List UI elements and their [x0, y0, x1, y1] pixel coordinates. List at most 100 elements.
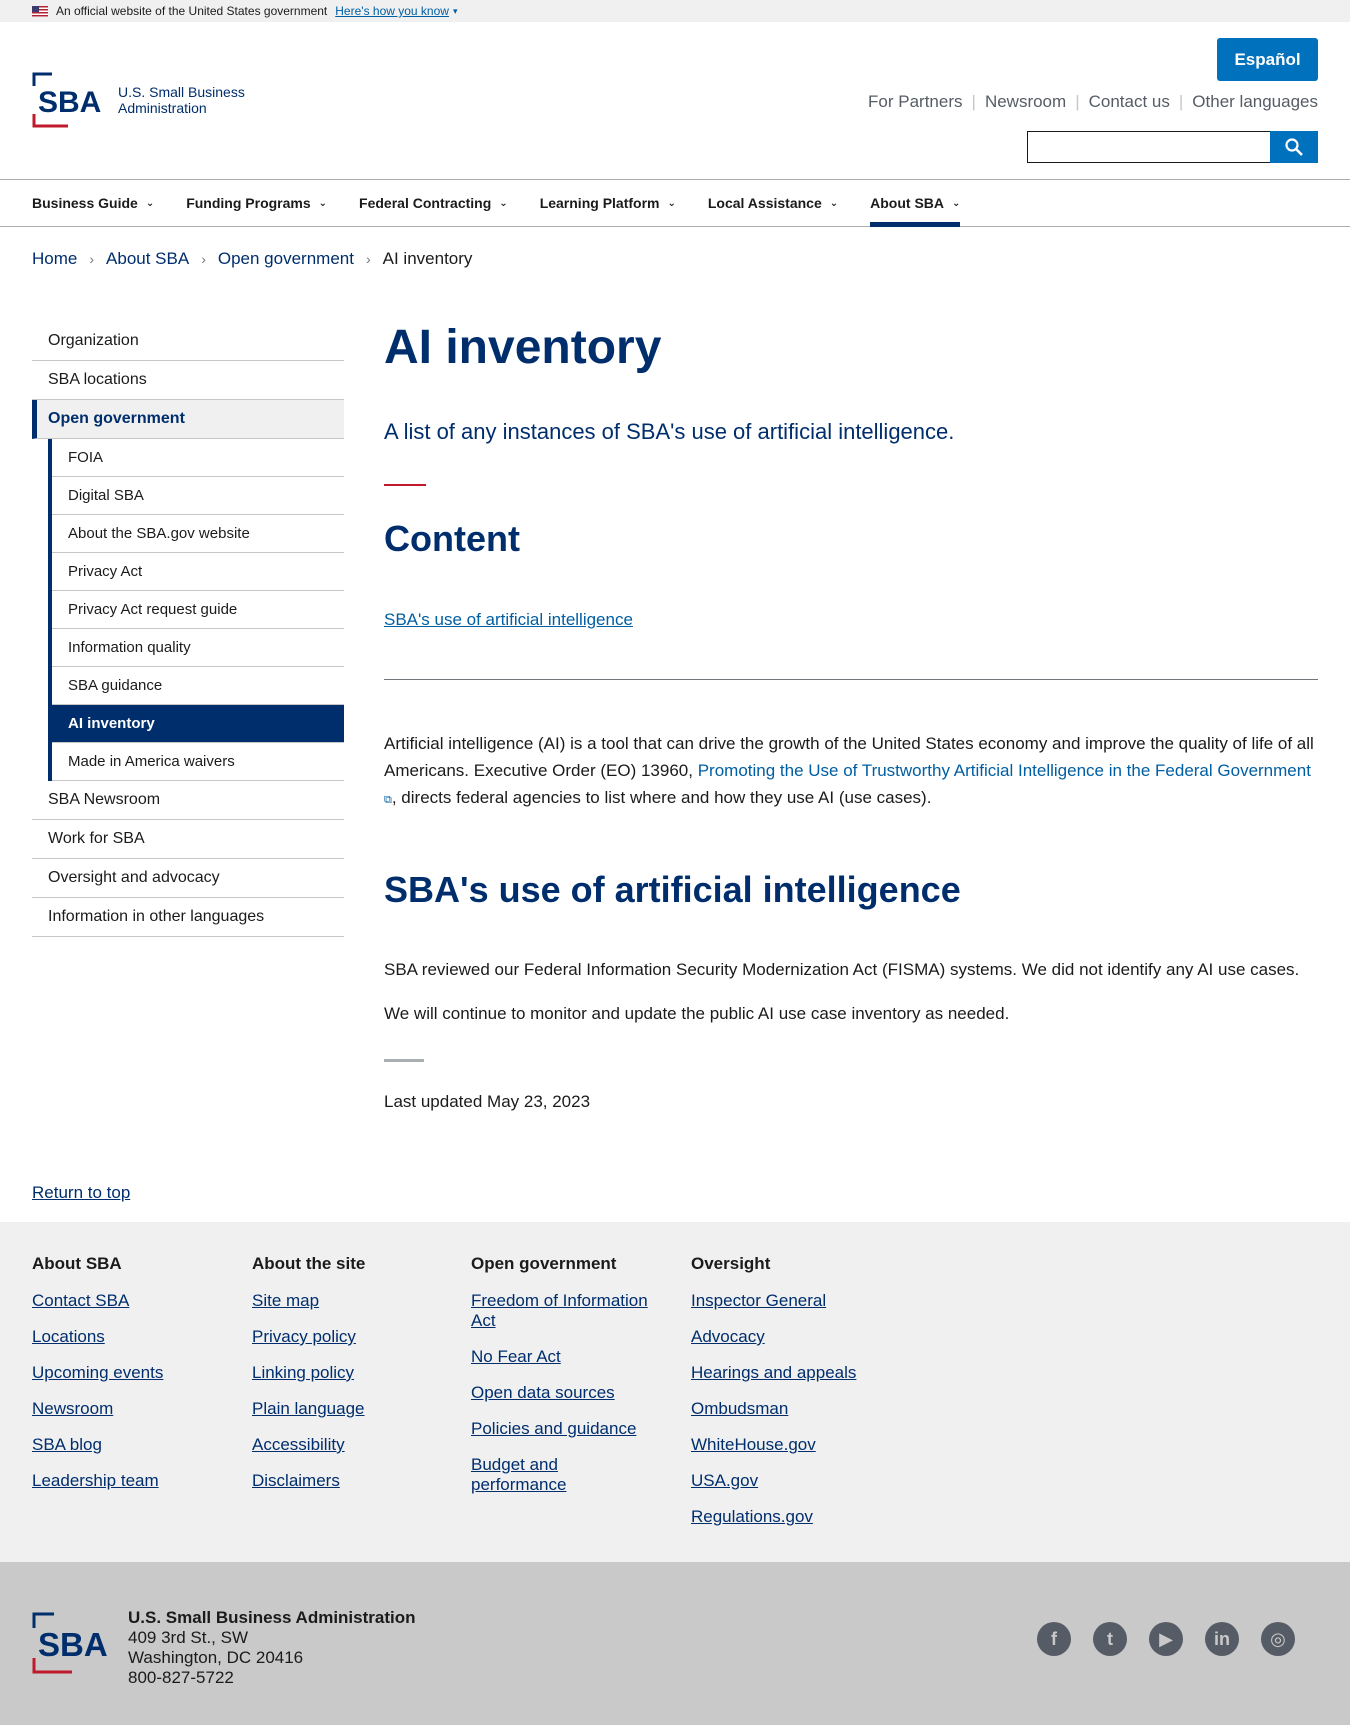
footer-link[interactable]: Privacy policy: [252, 1327, 452, 1347]
logo-text: U.S. Small Business Administration: [118, 84, 245, 116]
footer-link[interactable]: Advocacy: [691, 1327, 891, 1347]
sidenav-sub-about-site[interactable]: About the SBA.gov website: [52, 515, 344, 553]
svg-text:SBA: SBA: [38, 1626, 108, 1663]
sba-logo-icon: SBA: [32, 1612, 108, 1674]
sidenav-sub-privacy-act[interactable]: Privacy Act: [52, 553, 344, 591]
footer-link[interactable]: WhiteHouse.gov: [691, 1435, 891, 1455]
main-content: AI inventory A list of any instances of …: [384, 310, 1318, 1112]
footer-link[interactable]: Accessibility: [252, 1435, 452, 1455]
contact-us-link[interactable]: Contact us: [1089, 92, 1170, 112]
sba-logo[interactable]: SBA U.S. Small Business Administration: [32, 72, 245, 128]
sidenav-sub-made-in-america[interactable]: Made in America waivers: [52, 743, 344, 781]
footer-col-oversight: Oversight Inspector General Advocacy Hea…: [691, 1254, 891, 1543]
chevron-down-icon: ⌄: [952, 197, 961, 209]
sidenav-sublist: FOIA Digital SBA About the SBA.gov websi…: [48, 439, 344, 781]
sidenav-sub-ai-inventory[interactable]: AI inventory: [52, 705, 344, 743]
footer-link[interactable]: Regulations.gov: [691, 1507, 891, 1527]
section-divider: [384, 679, 1318, 680]
footer-link[interactable]: Plain language: [252, 1399, 452, 1419]
short-divider: [384, 1059, 424, 1062]
sidenav-item-work-for-sba[interactable]: Work for SBA: [32, 820, 344, 859]
search-form: [1027, 131, 1318, 163]
eo-link[interactable]: Promoting the Use of Trustworthy Artific…: [698, 761, 1311, 780]
us-flag-icon: [32, 5, 48, 17]
chevron-down-icon: ⌄: [145, 197, 155, 209]
sidenav-sub-info-quality[interactable]: Information quality: [52, 629, 344, 667]
content-heading: Content: [384, 518, 520, 559]
nav-label: Local Assistance: [707, 195, 822, 211]
sidenav-item-oversight[interactable]: Oversight and advocacy: [32, 859, 344, 898]
footer-link[interactable]: Open data sources: [471, 1383, 661, 1403]
red-divider: [384, 484, 426, 486]
sidenav-sub-sba-guidance[interactable]: SBA guidance: [52, 667, 344, 705]
gov-banner: An official website of the United States…: [0, 0, 1350, 22]
last-updated: Last updated May 23, 2023: [384, 1092, 591, 1111]
nav-funding-programs[interactable]: Funding Programs ⌄: [186, 180, 327, 226]
footer-link[interactable]: Linking policy: [252, 1363, 452, 1383]
breadcrumb-open-government[interactable]: Open government: [218, 249, 354, 269]
nav-label: Funding Programs: [186, 195, 311, 211]
phone: 800-827-5722: [128, 1668, 234, 1687]
other-languages-link[interactable]: Other languages: [1192, 92, 1318, 112]
twitter-icon[interactable]: t: [1093, 1622, 1127, 1656]
toc-link-ai-use[interactable]: SBA's use of artificial intelligence: [384, 610, 633, 630]
footer-link[interactable]: Disclaimers: [252, 1471, 452, 1491]
footer-col-open-government: Open government Freedom of Information A…: [471, 1254, 661, 1511]
social-links: f t ▶ in ◎: [1015, 1622, 1295, 1656]
breadcrumb: Home › About SBA › Open government › AI …: [32, 249, 472, 269]
nav-local-assistance[interactable]: Local Assistance ⌄: [708, 180, 838, 226]
espanol-button[interactable]: Español: [1217, 38, 1318, 81]
for-partners-link[interactable]: For Partners: [868, 92, 962, 112]
sidenav-item-other-languages[interactable]: Information in other languages: [32, 898, 344, 937]
return-to-top-link[interactable]: Return to top: [32, 1183, 130, 1203]
nav-learning-platform[interactable]: Learning Platform ⌄: [540, 180, 676, 226]
footer-link[interactable]: Newsroom: [32, 1399, 232, 1419]
linkedin-icon[interactable]: in: [1205, 1622, 1239, 1656]
heres-how-you-know-link[interactable]: Here's how you know: [335, 4, 449, 18]
footer-link[interactable]: Budget and performance: [471, 1455, 581, 1495]
sidenav-sub-privacy-guide[interactable]: Privacy Act request guide: [52, 591, 344, 629]
footer-link[interactable]: No Fear Act: [471, 1347, 661, 1367]
logo-line-1: U.S. Small Business: [118, 84, 245, 100]
nav-label: Learning Platform: [539, 195, 660, 211]
sidenav-item-newsroom[interactable]: SBA Newsroom: [32, 781, 344, 820]
nav-label: Business Guide: [32, 195, 138, 211]
instagram-icon[interactable]: ◎: [1261, 1622, 1295, 1656]
footer-link[interactable]: Locations: [32, 1327, 232, 1347]
chevron-right-icon: ›: [365, 251, 371, 267]
footer-link[interactable]: Policies and guidance: [471, 1419, 661, 1439]
footer-link[interactable]: Upcoming events: [32, 1363, 232, 1383]
footer-link[interactable]: Inspector General: [691, 1291, 891, 1311]
newsroom-link[interactable]: Newsroom: [985, 92, 1066, 112]
side-nav: Organization SBA locations Open governme…: [32, 322, 344, 937]
breadcrumb-home[interactable]: Home: [32, 249, 77, 269]
page-lead: A list of any instances of SBA's use of …: [384, 419, 955, 444]
nav-about-sba[interactable]: About SBA ⌄: [870, 180, 961, 227]
nav-business-guide[interactable]: Business Guide ⌄: [32, 180, 154, 226]
facebook-icon[interactable]: f: [1037, 1622, 1071, 1656]
divider: |: [1178, 92, 1184, 111]
search-icon: [1285, 138, 1303, 156]
logo-line-2: Administration: [118, 100, 207, 116]
footer-link[interactable]: USA.gov: [691, 1471, 891, 1491]
nav-federal-contracting[interactable]: Federal Contracting ⌄: [359, 180, 508, 226]
sidenav-item-sba-locations[interactable]: SBA locations: [32, 361, 344, 400]
chevron-down-icon: ▾: [452, 5, 458, 16]
sidenav-sub-foia[interactable]: FOIA: [52, 439, 344, 477]
sidenav-item-open-government[interactable]: Open government: [32, 400, 344, 439]
chevron-down-icon: ⌄: [667, 197, 676, 209]
footer-link[interactable]: SBA blog: [32, 1435, 232, 1455]
footer-link[interactable]: Contact SBA: [32, 1291, 232, 1311]
youtube-icon[interactable]: ▶: [1149, 1622, 1183, 1656]
sidenav-item-organization[interactable]: Organization: [32, 322, 344, 361]
footer-link[interactable]: Leadership team: [32, 1471, 232, 1491]
breadcrumb-about-sba[interactable]: About SBA: [106, 249, 189, 269]
footer-link[interactable]: Hearings and appeals: [691, 1363, 891, 1383]
search-input[interactable]: [1027, 131, 1270, 163]
address-line-1: 409 3rd St., SW: [128, 1628, 248, 1647]
search-button[interactable]: [1270, 131, 1318, 163]
footer-link[interactable]: Site map: [252, 1291, 452, 1311]
footer-link[interactable]: Freedom of Information Act: [471, 1291, 661, 1331]
footer-link[interactable]: Ombudsman: [691, 1399, 891, 1419]
sidenav-sub-digital-sba[interactable]: Digital SBA: [52, 477, 344, 515]
